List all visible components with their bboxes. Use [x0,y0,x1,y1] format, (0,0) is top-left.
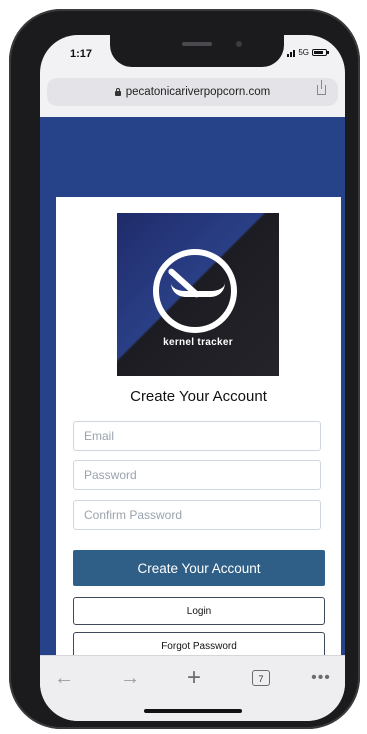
network-label: 5G [298,48,309,57]
confirm-password-field[interactable] [73,500,321,530]
logo-text: kernel tracker [163,337,233,348]
web-page: kernel tracker Create Your Account Creat… [40,117,345,667]
camera-icon [236,41,242,47]
phone-frame: 1:17 5G pecatonicariverpopcorn.com kerne… [9,9,360,729]
signup-card: kernel tracker Create Your Account Creat… [56,197,341,667]
form-title: Create Your Account [130,388,267,405]
address-bar[interactable]: pecatonicariverpopcorn.com [47,78,338,106]
password-field[interactable] [73,460,321,490]
phone-notch [110,35,284,67]
email-field[interactable] [73,421,321,451]
logo-circle [153,249,237,333]
battery-icon [312,49,329,56]
share-icon[interactable] [317,80,326,95]
home-indicator[interactable] [144,709,242,713]
status-indicators: 5G [287,48,329,57]
browser-toolbar: ← → + 7 ••• [40,655,345,721]
lock-icon [114,87,121,96]
status-time: 1:17 [70,48,93,60]
new-tab-icon[interactable]: + [180,666,208,690]
login-button[interactable]: Login [73,597,325,625]
tabs-button[interactable]: 7 [252,670,270,686]
speaker-grille [182,42,212,46]
url-text: pecatonicariverpopcorn.com [125,86,271,98]
signal-icon [287,49,296,57]
kernel-tracker-logo: kernel tracker [117,213,279,376]
more-icon[interactable]: ••• [308,666,334,690]
forward-arrow-icon[interactable]: → [118,666,142,690]
phone-screen: 1:17 5G pecatonicariverpopcorn.com kerne… [40,35,345,721]
back-arrow-icon[interactable]: ← [52,666,76,690]
create-account-button[interactable]: Create Your Account [73,550,325,586]
